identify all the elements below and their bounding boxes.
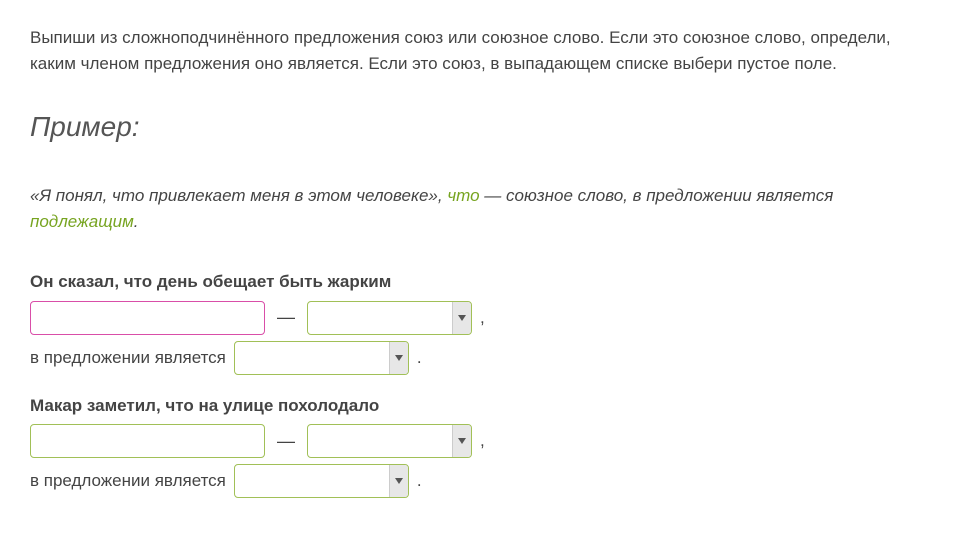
select-value <box>308 425 452 457</box>
task-sentence: Он сказал, что день обещает быть жарким <box>30 269 936 295</box>
select-value <box>235 465 389 497</box>
sentence-role-select[interactable] <box>234 464 409 498</box>
example-conjunction-word: что <box>447 186 479 205</box>
select-value <box>308 302 452 334</box>
example-role-word: подлежащим <box>30 212 134 231</box>
chevron-down-icon <box>452 425 471 457</box>
example-body: «Я понял, что привлекает меня в этом чел… <box>30 183 936 234</box>
period-text: . <box>409 345 422 371</box>
chevron-down-icon <box>452 302 471 334</box>
period-text: . <box>409 468 422 494</box>
conjunction-type-select[interactable] <box>307 424 472 458</box>
conjunction-input[interactable] <box>30 301 265 335</box>
select-value <box>235 342 389 374</box>
example-heading: Пример: <box>30 106 936 148</box>
dash-separator: — <box>265 304 307 331</box>
example-mid: — союзное слово, в предложении является <box>480 186 834 205</box>
conjunction-type-select[interactable] <box>307 301 472 335</box>
member-label: в предложении является <box>30 345 234 371</box>
comma-text: , <box>472 305 485 331</box>
instructions-text: Выпиши из сложноподчинённого предложения… <box>30 25 936 76</box>
chevron-down-icon <box>389 465 408 497</box>
dash-separator: — <box>265 428 307 455</box>
sentence-role-select[interactable] <box>234 341 409 375</box>
chevron-down-icon <box>389 342 408 374</box>
example-post: . <box>134 212 139 231</box>
comma-text: , <box>472 428 485 454</box>
member-label: в предложении является <box>30 468 234 494</box>
example-quote: «Я понял, что привлекает меня в этом чел… <box>30 186 447 205</box>
task-sentence: Макар заметил, что на улице похолодало <box>30 393 936 419</box>
conjunction-input[interactable] <box>30 424 265 458</box>
